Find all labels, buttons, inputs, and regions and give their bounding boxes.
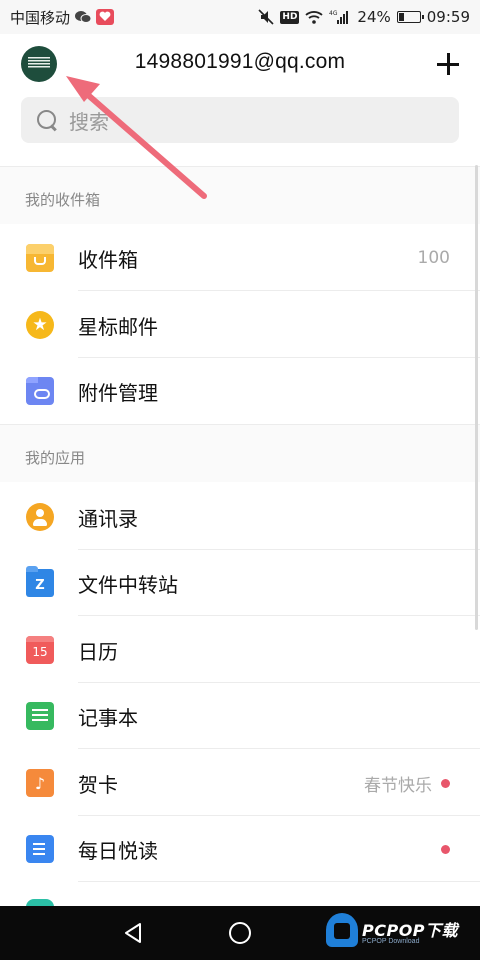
unread-dot: [441, 844, 450, 854]
item-label: 记事本: [78, 705, 138, 730]
attachment-icon: [26, 377, 54, 405]
list-item-greeting-card[interactable]: ♪ 贺卡 春节快乐: [0, 750, 480, 816]
search-icon: [35, 108, 59, 132]
status-time: 09:59: [426, 8, 470, 26]
list-item-contacts[interactable]: 通讯录: [0, 484, 480, 550]
home-icon[interactable]: [229, 922, 251, 944]
section-header-inbox: 我的收件箱: [0, 166, 480, 224]
greeting-card-meta: 春节快乐: [364, 775, 432, 796]
greeting-card-icon: ♪: [26, 769, 54, 797]
add-button[interactable]: [432, 48, 464, 80]
app-header: 1498801991@qq.com: [0, 34, 480, 94]
item-label: 通讯录: [78, 506, 138, 531]
system-nav-bar: PCPOP下载 PCPOP Download: [0, 906, 480, 960]
list-item-inbox[interactable]: 收件箱 100: [0, 225, 480, 291]
logo-subtext: PCPOP Download: [362, 938, 420, 945]
wifi-icon: [305, 10, 324, 24]
item-label: 贺卡: [78, 772, 118, 797]
scrollbar[interactable]: [475, 165, 478, 630]
unread-dot: [441, 778, 450, 788]
item-label: 日历: [78, 639, 118, 664]
hd-icon: HD: [280, 10, 300, 24]
back-icon[interactable]: [122, 922, 144, 944]
folder-icon: Z: [26, 566, 54, 597]
item-label: 收件箱: [78, 247, 138, 272]
search-input[interactable]: 搜索: [21, 97, 459, 143]
carrier-label: 中国移动: [10, 8, 71, 27]
search-placeholder: 搜索: [69, 109, 109, 134]
pcpop-logo-icon: [326, 913, 358, 947]
star-icon: ★: [26, 311, 54, 339]
wechat-icon: [74, 10, 92, 24]
contacts-icon: [26, 503, 54, 531]
watermark-logo: PCPOP下载 PCPOP Download: [326, 909, 476, 957]
account-email[interactable]: 1498801991@qq.com: [0, 50, 480, 74]
list-item-notes[interactable]: 记事本: [0, 683, 480, 749]
item-label: 附件管理: [78, 380, 158, 405]
list-item-daily-read[interactable]: 每日悦读: [0, 816, 480, 882]
calendar-icon: 15: [26, 636, 54, 664]
inbox-icon: [26, 244, 54, 272]
network-type-label: 4G: [329, 10, 338, 17]
battery-level-fill: [398, 13, 404, 21]
cellular-signal-icon: 4G: [329, 9, 351, 25]
app-notification-icon: [96, 9, 115, 25]
battery-percent: 24%: [357, 8, 391, 26]
mute-icon: [258, 9, 274, 25]
section-header-apps: 我的应用: [0, 424, 480, 482]
item-label: 每日悦读: [78, 838, 158, 863]
section-title: 我的收件箱: [25, 191, 101, 209]
item-label: 星标邮件: [78, 314, 158, 339]
notes-icon: [26, 702, 54, 730]
list-item-calendar[interactable]: 15 日历: [0, 617, 480, 683]
list-item-file-transfer[interactable]: Z 文件中转站: [0, 550, 480, 616]
inbox-count: 100: [417, 248, 450, 268]
list-item-starred[interactable]: ★ 星标邮件: [0, 292, 480, 358]
item-label: 文件中转站: [78, 572, 178, 597]
section-title: 我的应用: [25, 449, 86, 467]
status-bar: 中国移动 HD 4G 24% 09:59: [0, 0, 480, 34]
daily-read-icon: [26, 835, 54, 863]
battery-icon: [396, 11, 424, 23]
list-item-attachments[interactable]: 附件管理: [0, 358, 480, 424]
